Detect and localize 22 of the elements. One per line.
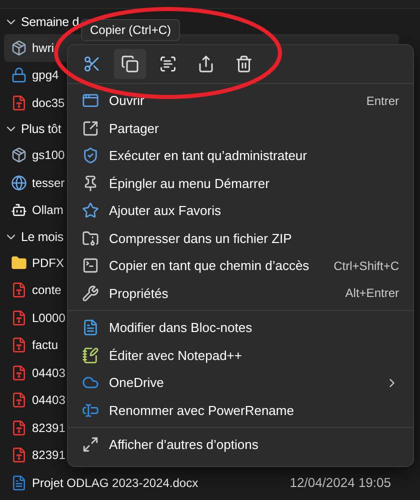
file-name: 82391	[32, 448, 66, 462]
file-name: 82391	[32, 420, 66, 435]
group-header: Plus tôt	[21, 122, 62, 136]
file-name: gs100	[32, 148, 65, 162]
file-name: L0000	[32, 310, 66, 325]
tooltip: Copier (Ctrl+C)	[81, 19, 180, 41]
file-name: conte	[32, 283, 62, 298]
file-name: 04403	[32, 366, 66, 380]
group-header: Le mois	[21, 230, 64, 244]
file-name: Ollam	[32, 203, 64, 218]
file-name: factu	[32, 338, 58, 352]
file-date: 12/04/2024 19:05	[290, 475, 391, 490]
file-name: Projet ODLAG 2023-2024.docx	[32, 476, 198, 490]
shortcut-hint: Alt+Entrer	[345, 286, 399, 300]
file-name: doc35	[32, 96, 65, 110]
file-name: gpg4	[32, 68, 59, 82]
shortcut-hint: Ctrl+Shift+C	[334, 258, 399, 273]
file-name: 04403	[32, 393, 66, 408]
file-name: hwri	[32, 40, 54, 55]
shortcut-hint: Entrer	[366, 94, 399, 108]
file-name: PDFX	[32, 256, 64, 270]
file-name: tesser	[32, 176, 65, 190]
